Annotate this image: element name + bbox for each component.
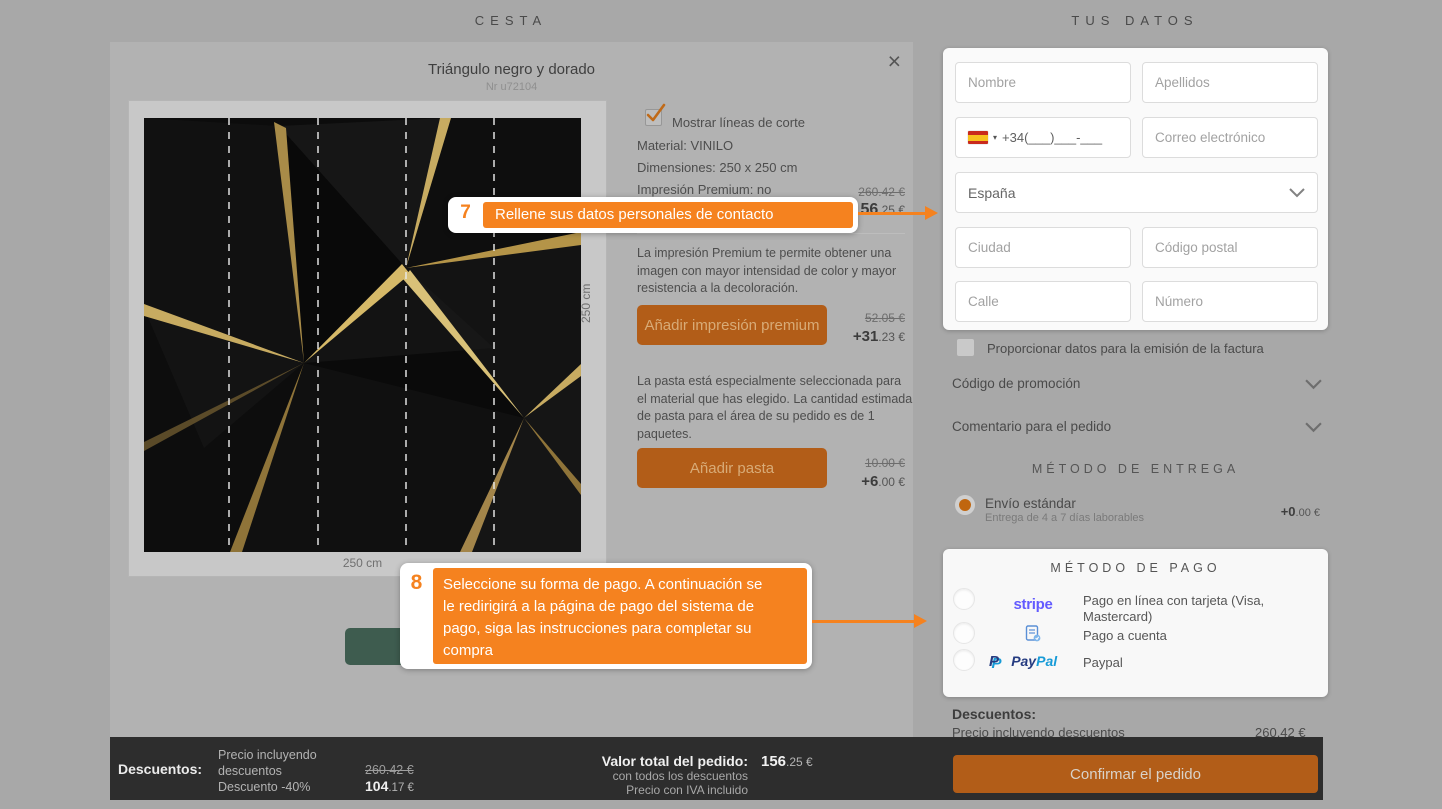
bar-total-label: Valor total del pedido:	[568, 753, 748, 769]
product-image-frame: 250 cm 250 cm	[128, 100, 607, 577]
bar-new-price-dec: .17 €	[388, 782, 414, 794]
payment-card-option-label: Pago en línea con tarjeta (Visa, Masterc…	[1083, 593, 1288, 625]
bar-total-sub1: con todos los descuentos	[568, 769, 748, 783]
discounts-panel-title: Descuentos:	[952, 706, 1036, 722]
pasta-add-dec: .00 €	[878, 475, 905, 489]
city-input[interactable]	[955, 227, 1131, 268]
promo-code-label: Código de promoción	[952, 376, 1080, 391]
divider	[637, 233, 905, 234]
bar-desc-line2: descuentos	[218, 763, 282, 779]
first-name-input[interactable]	[955, 62, 1131, 103]
order-summary-bar: Descuentos: Precio incluyendo descuentos…	[110, 737, 1323, 800]
spain-flag-icon	[968, 131, 988, 144]
delivery-sub: Entrega de 4 a 7 días laborables	[985, 512, 1144, 524]
callout-8-arrow-head	[914, 614, 927, 628]
order-comment-row[interactable]: Comentario para el pedido	[952, 418, 1328, 438]
pasta-add-price: +6.00 €	[861, 473, 905, 491]
phone-input[interactable]: ▾ +34(___)___-___	[955, 117, 1131, 158]
paypal-text-pal: Pal	[1036, 653, 1057, 669]
bar-new-price-main: 104	[365, 778, 388, 794]
invoice-checkbox[interactable]	[956, 338, 975, 357]
country-select[interactable]: España	[955, 172, 1318, 213]
invoice-document-icon	[1025, 625, 1041, 642]
delivery-standard-radio[interactable]	[955, 495, 975, 515]
bar-desc-line3: Descuento -40%	[218, 779, 310, 795]
callout-7-text: Rellene sus datos personales de contacto	[483, 202, 853, 228]
phone-mask: +34(___)___-___	[1002, 130, 1102, 145]
postal-code-input[interactable]	[1142, 227, 1318, 268]
chevron-down-icon	[1289, 188, 1305, 198]
checkout-page: CESTA TUS DATOS × Triángulo negro y dora…	[0, 0, 1442, 809]
email-input[interactable]	[1142, 117, 1318, 158]
callout-8-text: Seleccione su forma de pago. A continuac…	[433, 568, 807, 664]
callout-7-arrow-head	[925, 206, 938, 220]
pasta-old-price: 10.00 €	[865, 456, 905, 470]
tutorial-callout-8: 8 Seleccione su forma de pago. A continu…	[400, 563, 812, 669]
payment-paypal-option-label: Paypal	[1083, 655, 1123, 671]
confirm-order-button[interactable]: Confirmar el pedido	[953, 755, 1318, 793]
cut-lines-label: Mostrar líneas de corte	[672, 112, 805, 134]
bar-discounts-label: Descuentos:	[118, 761, 202, 777]
product-image	[144, 118, 581, 552]
country-value: España	[968, 185, 1015, 201]
premium-add-price: +31.23 €	[853, 328, 905, 346]
tutorial-callout-7: 7 Rellene sus datos personales de contac…	[448, 197, 858, 233]
premium-add-dec: .23 €	[878, 330, 905, 344]
delivery-method-header: MÉTODO DE ENTREGA	[943, 462, 1328, 476]
spec-dimensions: Dimensiones: 250 x 250 cm	[637, 157, 797, 179]
delivery-price-main: +0	[1281, 504, 1296, 519]
delivery-price: +0.00 €	[1281, 503, 1320, 521]
bar-old-price: 260.42 €	[365, 763, 414, 777]
delivery-price-dec: .00 €	[1296, 507, 1320, 519]
paypal-p-front: P	[989, 653, 999, 670]
stripe-logo: stripe	[1003, 596, 1063, 613]
customer-form-card: ▾ +34(___)___-___ España	[943, 48, 1328, 330]
promo-code-row[interactable]: Código de promoción	[952, 375, 1328, 395]
delivery-name: Envío estándar	[985, 496, 1076, 511]
spec-material: Material: VINILO	[637, 135, 733, 157]
pasta-add-main: +6	[861, 473, 878, 490]
product-title: Triángulo negro y dorado	[110, 61, 913, 78]
house-number-input[interactable]	[1142, 281, 1318, 322]
last-name-input[interactable]	[1142, 62, 1318, 103]
bar-total-value: 156.25 €	[761, 753, 813, 771]
callout-8-arrow	[812, 620, 915, 623]
payment-card: MÉTODO DE PAGO stripe Pago en línea con …	[943, 549, 1328, 697]
flag-caret-icon: ▾	[993, 133, 997, 142]
invoice-checkbox-label: Proporcionar datos para la emisión de la…	[987, 341, 1264, 356]
order-comment-label: Comentario para el pedido	[952, 419, 1111, 434]
add-pasta-button[interactable]: Añadir pasta	[637, 448, 827, 488]
callout-7-arrow	[858, 212, 926, 215]
pasta-description: La pasta está especialmente seleccionada…	[637, 373, 913, 443]
image-height-label: 250 cm	[579, 283, 593, 323]
bar-desc-line1: Precio incluyendo	[218, 747, 317, 763]
bar-total-dec: .25 €	[786, 755, 813, 769]
product-price: 156.25 €	[852, 201, 905, 219]
street-input[interactable]	[955, 281, 1131, 322]
chevron-down-icon	[1305, 422, 1322, 433]
payment-stripe-radio[interactable]	[953, 588, 975, 610]
premium-old-price: 52.05 €	[865, 311, 905, 325]
check-icon	[644, 101, 668, 125]
premium-description: La impresión Premium te permite obtener …	[637, 245, 909, 298]
paypal-text-pay: Pay	[1011, 653, 1036, 669]
callout-7-number: 7	[448, 202, 483, 224]
customer-section-title: TUS DATOS	[935, 13, 1335, 28]
payment-paypal-radio[interactable]	[953, 649, 975, 671]
payment-account-option-label: Pago a cuenta	[1083, 628, 1167, 644]
callout-8-number: 8	[400, 571, 433, 595]
cart-section-title: CESTA	[311, 13, 711, 28]
add-premium-button[interactable]: Añadir impresión premium	[637, 305, 827, 345]
payment-account-radio[interactable]	[953, 622, 975, 644]
payment-method-header: MÉTODO DE PAGO	[943, 561, 1328, 575]
bar-new-price: 104.17 €	[365, 778, 414, 796]
premium-add-main: +31	[853, 328, 878, 345]
product-old-price: 260.42 €	[858, 185, 905, 199]
radio-dot	[959, 499, 971, 511]
bar-total-main: 156	[761, 753, 786, 770]
product-number: Nr u72104	[110, 81, 913, 93]
paypal-logo: P P PayPal	[989, 653, 1057, 670]
chevron-down-icon	[1305, 379, 1322, 390]
bar-total-sub2: Precio con IVA incluido	[568, 783, 748, 797]
